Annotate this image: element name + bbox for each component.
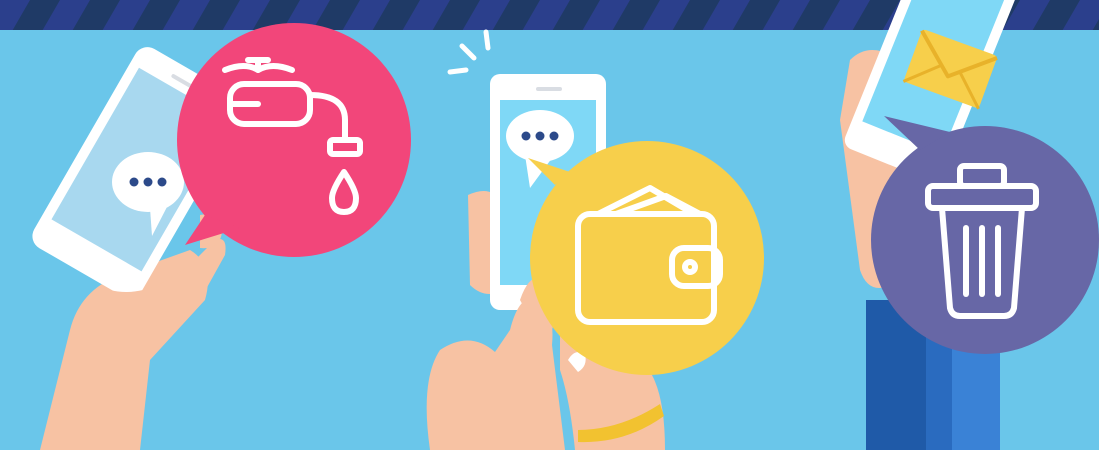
pink-tap-bubble	[177, 23, 411, 257]
illustration-scene	[0, 0, 1099, 450]
illustration-canvas	[0, 0, 1099, 450]
